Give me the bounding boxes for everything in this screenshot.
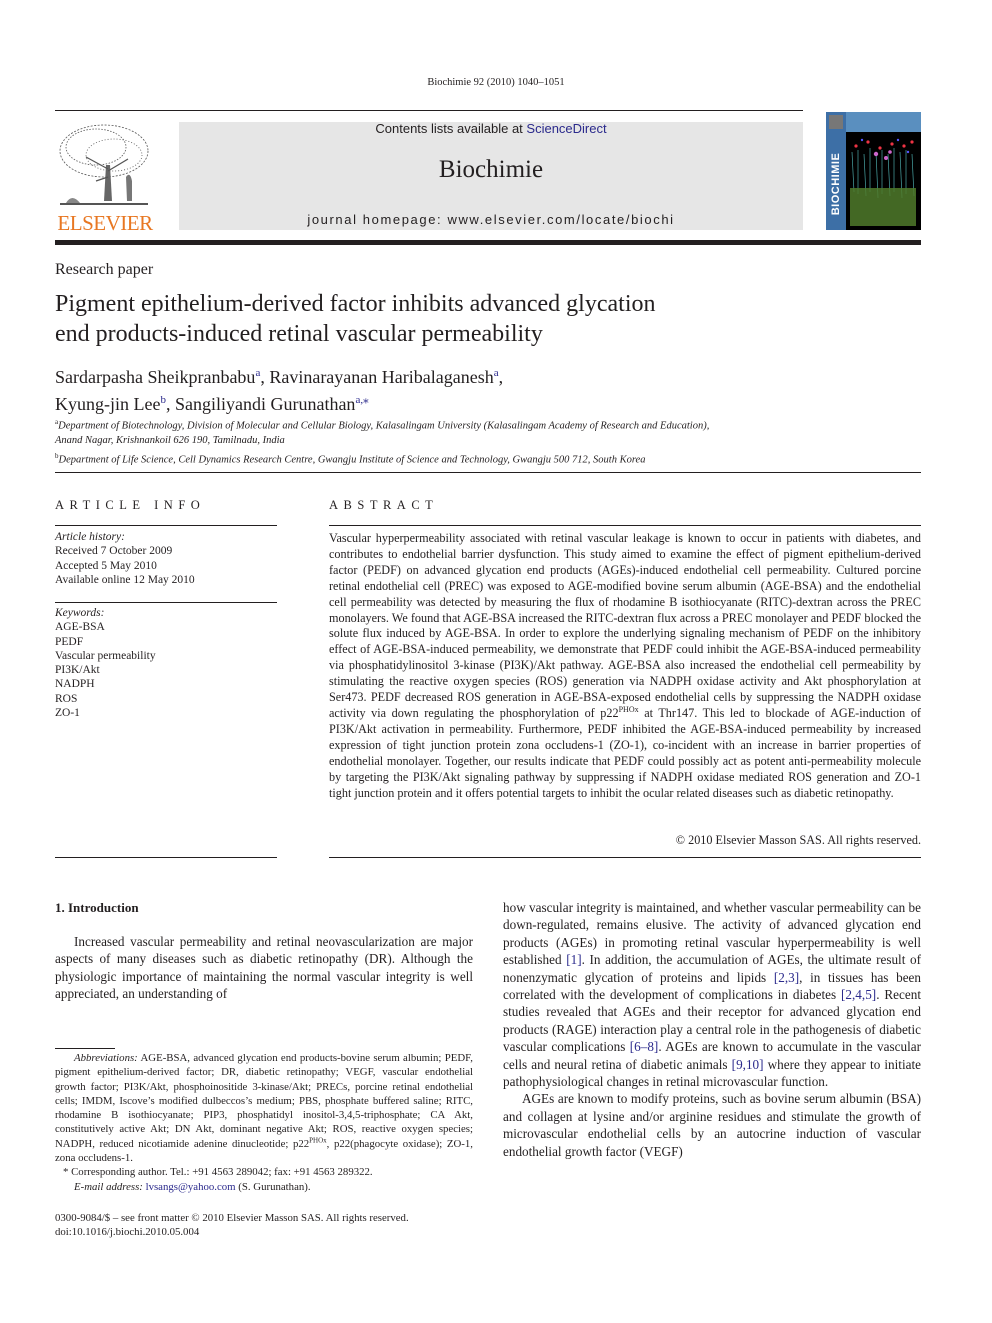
author-name[interactable]: Sardarpasha Sheikpranbabu	[55, 367, 255, 387]
citation-link[interactable]: [1]	[566, 952, 581, 967]
keyword: NADPH	[55, 678, 95, 691]
citation-link[interactable]: [2,3]	[774, 970, 799, 985]
divider	[55, 525, 277, 526]
history-item: Available online 12 May 2010	[55, 573, 195, 586]
citation-link[interactable]: [6–8]	[630, 1039, 659, 1054]
author-list: Sardarpasha Sheikpranbabua, Ravinarayana…	[55, 362, 815, 416]
contents-line: Contents lists available at ScienceDirec…	[179, 121, 803, 136]
separator: ,	[165, 394, 175, 414]
divider	[55, 110, 803, 111]
keyword: Vascular permeability	[55, 649, 156, 662]
history-label: Article history:	[55, 531, 125, 543]
cover-image	[850, 138, 916, 226]
keywords: Keywords: AGE-BSA PEDF Vascular permeabi…	[55, 606, 277, 720]
keyword: AGE-BSA	[55, 621, 105, 634]
keyword: ROS	[55, 692, 78, 705]
abstract-heading: ABSTRACT	[329, 498, 439, 512]
author-name[interactable]: Sangiliyandi Gurunathan	[175, 394, 355, 414]
divider	[329, 857, 921, 858]
separator: ,	[498, 367, 504, 387]
keyword: PI3K/Akt	[55, 664, 100, 677]
body-column-left: Increased vascular permeability and reti…	[55, 933, 473, 1003]
abbreviations-footnote: Abbreviations: AGE-BSA, advanced glycati…	[55, 1051, 473, 1165]
publisher-logo[interactable]: ELSEVIER	[54, 119, 156, 235]
keywords-label: Keywords:	[55, 607, 105, 619]
divider	[55, 472, 921, 473]
affiliation-text: Department of Life Science, Cell Dynamic…	[58, 454, 646, 465]
paragraph: AGEs are known to modify proteins, such …	[503, 1091, 921, 1159]
history-item: Received 7 October 2009	[55, 545, 173, 558]
elsevier-wordmark: ELSEVIER	[57, 211, 153, 235]
affiliation-link[interactable]: a,⁎	[355, 394, 368, 406]
journal-masthead: Contents lists available at ScienceDirec…	[179, 121, 803, 230]
affiliation-text: Department of Biotechnology, Division of…	[58, 420, 710, 432]
cover-publisher-icon	[829, 115, 843, 129]
abstract-text: Vascular hyperpermeability associated wi…	[329, 531, 921, 801]
corresponding-author: * Corresponding author. Tel.: +91 4563 2…	[63, 1166, 373, 1179]
keyword: PEDF	[55, 635, 84, 648]
affiliation: aDepartment of Biotechnology, Division o…	[55, 415, 915, 434]
homepage-prefix: journal homepage:	[307, 212, 448, 227]
divider	[55, 602, 277, 603]
paragraph: Increased vascular permeability and reti…	[55, 934, 473, 1002]
journal-cover[interactable]: BIOCHIMIE	[826, 112, 921, 230]
homepage-url-link[interactable]: www.elsevier.com/locate/biochi	[447, 212, 674, 227]
title-line: end products-induced retinal vascular pe…	[55, 321, 543, 347]
title-line: Pigment epithelium-derived factor inhibi…	[55, 291, 656, 317]
article-title: Pigment epithelium-derived factor inhibi…	[55, 289, 815, 349]
separator: ,	[260, 367, 270, 387]
footnote-divider	[55, 1048, 115, 1049]
history-item: Accepted 5 May 2010	[55, 559, 157, 572]
article-type: Research paper	[55, 261, 154, 278]
section-heading: 1. Introduction	[55, 900, 139, 915]
running-head: Biochimie 92 (2010) 1040–1051	[427, 77, 565, 88]
affiliation: bDepartment of Life Science, Cell Dynami…	[55, 449, 915, 468]
author-name[interactable]: Ravinarayanan Haribalaganesh	[269, 367, 493, 387]
email-label: E-mail address:	[74, 1180, 143, 1193]
divider	[55, 857, 277, 858]
citation-link[interactable]: [9,10]	[732, 1057, 764, 1072]
paragraph: how vascular integrity is maintained, an…	[503, 899, 921, 1090]
body-column-right: how vascular integrity is maintained, an…	[503, 899, 921, 1160]
cover-label: BIOCHIMIE	[830, 152, 842, 216]
journal-title: Biochimie	[438, 156, 544, 183]
superscript: PHOx	[309, 1136, 327, 1145]
keyword: ZO-1	[55, 707, 80, 720]
email-suffix: (S. Gurunathan).	[235, 1180, 311, 1193]
footnotes: Abbreviations: AGE-BSA, advanced glycati…	[55, 1051, 473, 1194]
abbreviations-label: Abbreviations:	[74, 1052, 138, 1064]
front-matter: 0300-9084/$ – see front matter © 2010 El…	[55, 1211, 495, 1240]
article-info-heading: ARTICLE INFO	[55, 498, 206, 512]
email-link[interactable]: lvsangs@yahoo.com	[146, 1181, 236, 1193]
cover-banner	[846, 112, 921, 132]
abstract-text-part: Vascular hyperpermeability associated wi…	[329, 531, 921, 720]
author-name[interactable]: Kyung-jin Lee	[55, 394, 160, 414]
citation-link[interactable]: [2,4,5]	[841, 987, 876, 1002]
sciencedirect-link[interactable]: ScienceDirect	[526, 121, 606, 136]
superscript: PHOx	[618, 704, 639, 714]
article-history: Article history: Received 7 October 2009…	[55, 530, 277, 587]
affiliations: aDepartment of Biotechnology, Division o…	[55, 415, 915, 468]
contents-prefix: Contents lists available at	[375, 121, 527, 136]
front-matter-line: 0300-9084/$ – see front matter © 2010 El…	[55, 1212, 409, 1224]
divider	[329, 525, 921, 526]
email-line: E-mail address: lvsangs@yahoo.com (S. Gu…	[55, 1180, 473, 1194]
journal-homepage: journal homepage: www.elsevier.com/locat…	[179, 212, 803, 227]
footnote-text: AGE-BSA, advanced glycation end products…	[55, 1052, 473, 1150]
affiliation-continued: Anand Nagar, Krishnankoil 626 190, Tamil…	[55, 435, 285, 446]
abstract-copyright: © 2010 Elsevier Masson SAS. All rights r…	[675, 833, 921, 847]
divider	[55, 240, 921, 245]
elsevier-tree-icon	[59, 124, 149, 205]
doi-link[interactable]: doi:10.1016/j.biochi.2010.05.004	[55, 1225, 495, 1239]
